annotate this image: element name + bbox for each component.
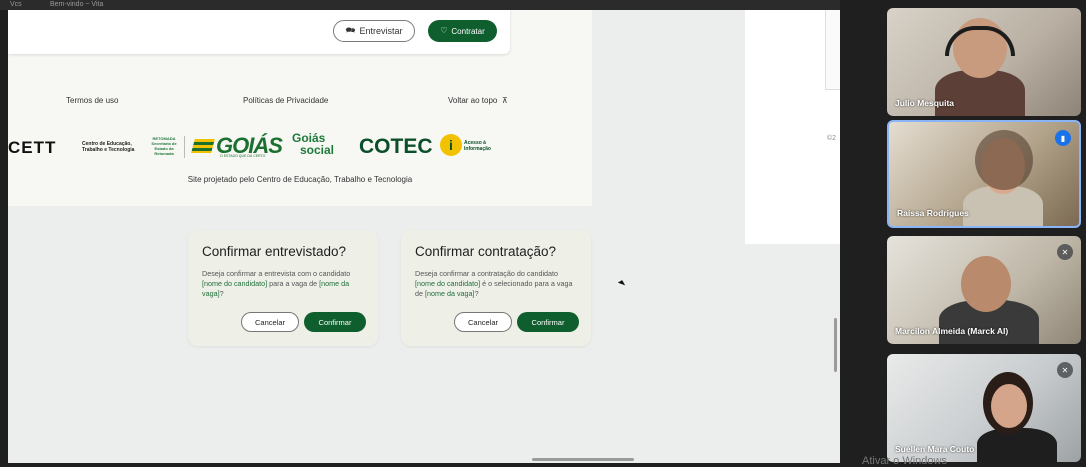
- right-page-panel: ©2: [745, 10, 840, 244]
- horizontal-scrollbar[interactable]: [532, 458, 634, 461]
- participant-video: [975, 130, 1033, 190]
- dialog-title: Confirmar entrevistado?: [202, 244, 347, 259]
- dialog-title: Confirmar contratação?: [415, 244, 557, 259]
- headset-graphic: [945, 26, 1015, 56]
- windows-activation-watermark: Ativar o Windows: [862, 455, 947, 467]
- participant-tile[interactable]: ✕ Suellen Mara Couto: [887, 354, 1081, 462]
- participant-video: [977, 428, 1057, 462]
- goias-social-line-2: social: [300, 143, 335, 157]
- participant-video: [991, 384, 1027, 428]
- logo-divider: [184, 136, 185, 158]
- participant-tile[interactable]: Julio Mesquita: [887, 8, 1081, 116]
- participant-tile[interactable]: ✕ Marcilon Almeida (Marck AI): [887, 236, 1081, 344]
- site-credit: Site projetado pelo Centro de Educação, …: [187, 175, 413, 184]
- confirm-button[interactable]: Confirmar: [304, 312, 366, 332]
- browser-tab-strip: Vcs Bem-vindo ~ Vita: [0, 0, 840, 10]
- hire-button-label: Contratar: [451, 26, 485, 36]
- interview-button-label: Entrevistar: [359, 26, 403, 36]
- participant-name: Marcilon Almeida (Marck AI): [895, 326, 1009, 336]
- dialog-message: Deseja confirmar a contratação do candid…: [415, 269, 573, 298]
- dialog-actions: Cancelar Confirmar: [241, 312, 366, 332]
- goias-flag-mark: [191, 139, 215, 153]
- cancel-button[interactable]: Cancelar: [454, 312, 512, 332]
- dialog-message: Deseja confirmar a entrevista com o cand…: [202, 269, 351, 298]
- copyright-text: ©2: [827, 135, 837, 142]
- chat-icon: 🗪: [345, 26, 356, 35]
- info-access-label[interactable]: Acesso à Informação: [464, 140, 504, 152]
- info-access-icon[interactable]: i: [440, 134, 462, 156]
- cett-logo: CETT: [8, 138, 57, 157]
- participant-name: Suellen Mara Couto: [895, 444, 975, 454]
- mic-off-icon[interactable]: ✕: [1057, 244, 1073, 260]
- participant-video: [961, 256, 1011, 312]
- goias-logo-tagline: O ESTADO QUE DÁ CERTO: [220, 154, 266, 158]
- back-to-top-link[interactable]: Voltar ao topo ⊼: [448, 96, 508, 105]
- tab-label-mid[interactable]: Bem-vindo ~ Vita: [50, 0, 103, 10]
- vertical-scrollbar[interactable]: [834, 318, 837, 372]
- candidate-card: 🗪 Entrevistar ♡ Contratar: [8, 10, 510, 54]
- heart-hand-icon: ♡: [440, 26, 448, 35]
- cotec-logo: COTEC: [359, 135, 433, 158]
- participant-tile-active[interactable]: ▮ Raíssa Rodrigues: [887, 120, 1081, 228]
- cett-logo-subtitle: Centro de Educação, Trabalho e Tecnologi…: [82, 141, 135, 153]
- confirm-button[interactable]: Confirmar: [517, 312, 579, 332]
- shared-screen: 🗪 Entrevistar ♡ Contratar Termos de uso …: [8, 10, 840, 463]
- retomada-logo: RETOMADA Secretaria de Estado da Retomad…: [151, 136, 177, 156]
- mic-off-icon[interactable]: ✕: [1057, 362, 1073, 378]
- back-to-top-label: Voltar ao topo: [448, 96, 498, 105]
- partner-logos: CETT Centro de Educação, Trabalho e Tecn…: [8, 132, 592, 160]
- interview-button[interactable]: 🗪 Entrevistar: [333, 20, 415, 42]
- audio-bars-icon: ▮: [1055, 130, 1071, 146]
- hire-button[interactable]: ♡ Contratar: [428, 20, 497, 42]
- privacy-link[interactable]: Políticas de Privacidade: [243, 96, 328, 105]
- website-footer-area: 🗪 Entrevistar ♡ Contratar Termos de uso …: [8, 10, 592, 206]
- dialog-actions: Cancelar Confirmar: [454, 312, 579, 332]
- right-inner-card: [825, 10, 840, 90]
- tab-label-left[interactable]: Vcs: [10, 0, 22, 10]
- confirm-hire-dialog: Confirmar contratação? Deseja confirmar …: [401, 230, 591, 346]
- cursor-icon: [617, 280, 626, 288]
- confirm-interview-dialog: Confirmar entrevistado? Deseja confirmar…: [188, 230, 378, 346]
- participant-name: Julio Mesquita: [895, 98, 955, 108]
- cancel-button[interactable]: Cancelar: [241, 312, 299, 332]
- goias-social-logo: Goiás social: [292, 132, 334, 156]
- chevron-up-icon: ⊼: [499, 96, 508, 105]
- terms-link[interactable]: Termos de uso: [66, 96, 118, 105]
- participant-name: Raíssa Rodrigues: [897, 208, 969, 218]
